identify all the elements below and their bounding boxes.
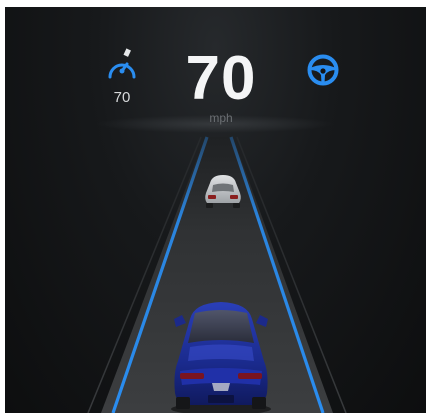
steering-wheel-icon [307,54,339,86]
speed-unit: mph [209,111,233,125]
speed-limit-value: 70 [113,89,131,106]
instrument-cluster-screen: 70 70 mph [0,0,432,416]
speedometer-icon [108,48,136,79]
speed-readout: 70 mph [165,44,277,126]
speed-limit-indicator: 70 [99,47,149,107]
speed-value: 70 [185,44,257,113]
lead-vehicle [205,175,241,208]
cluster-display: 70 70 mph [5,7,426,413]
ego-vehicle [171,302,271,413]
